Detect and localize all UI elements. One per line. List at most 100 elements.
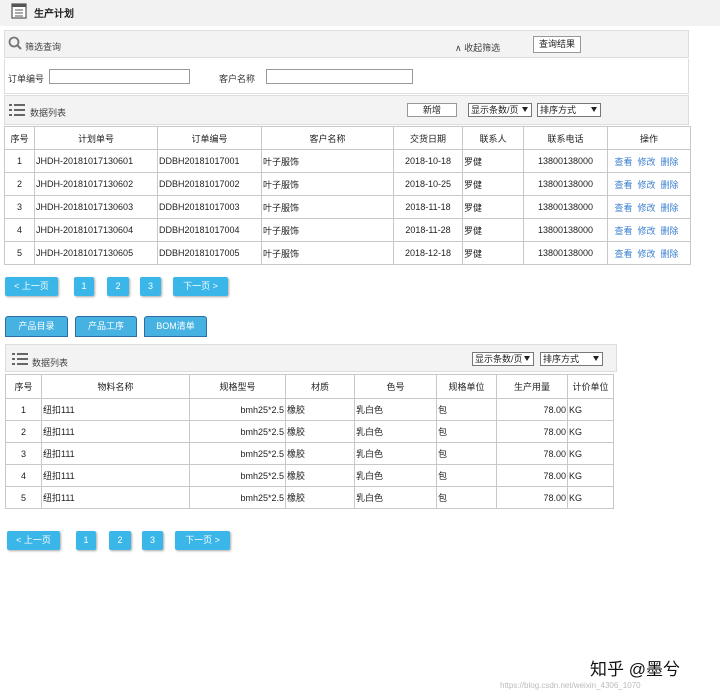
- page-button-2[interactable]: 2: [107, 277, 129, 296]
- column-header: 规格单位: [436, 374, 497, 399]
- column-header: 计划单号: [34, 126, 158, 150]
- table-cell: 叶子服饰: [261, 241, 394, 265]
- next-page-button[interactable]: 下一页 >: [175, 531, 230, 550]
- list-icon: [11, 3, 27, 19]
- delete-link[interactable]: 删除: [661, 180, 679, 190]
- table-cell: 13800138000: [523, 218, 608, 242]
- table-cell: 5: [4, 241, 35, 265]
- table-cell: 乳白色: [354, 486, 437, 509]
- table-cell: 乳白色: [354, 442, 437, 465]
- query-button[interactable]: 查询结果: [533, 36, 581, 53]
- table-cell: 2: [5, 420, 42, 443]
- table-cell: bmh25*2.5: [189, 486, 286, 509]
- customer-name-input[interactable]: [266, 69, 413, 84]
- tab-bom-list[interactable]: BOM清单: [144, 316, 207, 337]
- column-header: 联系人: [462, 126, 524, 150]
- column-header: 序号: [5, 374, 42, 399]
- tab-product-process[interactable]: 产品工序: [75, 316, 137, 337]
- table-cell: 叶子服饰: [261, 195, 394, 219]
- table-cell: 罗健: [462, 149, 524, 173]
- table-cell: 包: [436, 442, 497, 465]
- table-cell: 78.00: [496, 420, 568, 443]
- prev-page-button[interactable]: < 上一页: [7, 531, 60, 550]
- table-cell: 78.00: [496, 442, 568, 465]
- page-button-3[interactable]: 3: [140, 277, 161, 296]
- chevron-up-icon: ∧: [455, 43, 465, 53]
- delete-link[interactable]: 删除: [661, 249, 679, 259]
- watermark: 知乎 @墨兮: [590, 660, 680, 679]
- page-button-1[interactable]: 1: [76, 531, 96, 550]
- table-cell: 纽扣111: [41, 420, 190, 443]
- table-cell: DDBH20181017002: [157, 172, 262, 196]
- next-page-button[interactable]: 下一页 >: [173, 277, 228, 296]
- sort-select[interactable]: 排序方式: [537, 103, 601, 117]
- edit-link[interactable]: 修改: [637, 180, 655, 190]
- table-cell: JHDH-20181017130605: [34, 241, 158, 265]
- actions-cell: 查看 修改 删除: [607, 172, 691, 196]
- column-header: 材质: [285, 374, 355, 399]
- table-cell: 3: [5, 442, 42, 465]
- table-cell: 橡胶: [285, 486, 355, 509]
- table-cell: 78.00: [496, 398, 568, 421]
- table-cell: 13800138000: [523, 172, 608, 196]
- view-link[interactable]: 查看: [614, 203, 632, 213]
- column-header: 序号: [4, 126, 35, 150]
- column-header: 生产用量: [496, 374, 568, 399]
- table-cell: 1: [4, 149, 35, 173]
- table-cell: 2018-11-28: [393, 218, 463, 242]
- sort-select[interactable]: 排序方式: [540, 352, 603, 366]
- filter-title: 筛选查询: [25, 42, 62, 52]
- delete-link[interactable]: 删除: [661, 203, 679, 213]
- table-cell: 2018-10-25: [393, 172, 463, 196]
- table-row: 3 纽扣111 bmh25*2.5 橡胶 乳白色包 78.00 KG: [5, 442, 614, 465]
- table-row: 4 JHDH-20181017130604 DDBH20181017004 叶子服饰 2…: [4, 218, 691, 242]
- view-link[interactable]: 查看: [614, 249, 632, 259]
- table-cell: 纽扣111: [41, 442, 190, 465]
- table-cell: 1: [5, 398, 42, 421]
- tab-product-catalog[interactable]: 产品目录: [5, 316, 68, 337]
- view-link[interactable]: 查看: [614, 180, 632, 190]
- table-cell: 4: [4, 218, 35, 242]
- table-cell: KG: [567, 464, 614, 487]
- edit-link[interactable]: 修改: [637, 157, 655, 167]
- actions-cell: 查看 修改 删除: [607, 218, 691, 242]
- table-cell: 叶子服饰: [261, 218, 394, 242]
- table-cell: 13800138000: [523, 195, 608, 219]
- view-link[interactable]: 查看: [614, 226, 632, 236]
- collapse-filter-link[interactable]: ∧ 收起筛选: [455, 41, 500, 54]
- column-header: 计价单位: [567, 374, 614, 399]
- table-cell: 罗健: [462, 195, 524, 219]
- delete-link[interactable]: 删除: [661, 157, 679, 167]
- table-cell: 纽扣111: [41, 486, 190, 509]
- add-button[interactable]: 新增: [407, 103, 457, 117]
- search-icon: [8, 36, 22, 50]
- edit-link[interactable]: 修改: [637, 226, 655, 236]
- table-cell: bmh25*2.5: [189, 442, 286, 465]
- chevron-down-icon: [593, 356, 599, 361]
- order-no-input[interactable]: [49, 69, 190, 84]
- table-cell: 纽扣111: [41, 398, 190, 421]
- edit-link[interactable]: 修改: [637, 203, 655, 213]
- table-cell: DDBH20181017005: [157, 241, 262, 265]
- table-cell: 橡胶: [285, 442, 355, 465]
- table-cell: 5: [5, 486, 42, 509]
- table-cell: 2018-10-18: [393, 149, 463, 173]
- table-cell: bmh25*2.5: [189, 464, 286, 487]
- delete-link[interactable]: 删除: [661, 226, 679, 236]
- page-button-3[interactable]: 3: [142, 531, 163, 550]
- page-size-select[interactable]: 显示条数/页: [468, 103, 532, 117]
- plan-table: 序号 计划单号 订单编号 客户名称 交货日期 联系人 联系电话 操作 1 JHDH-201810…: [4, 126, 691, 265]
- page-button-2[interactable]: 2: [109, 531, 131, 550]
- table-cell: 2: [4, 172, 35, 196]
- table-cell: 乳白色: [354, 420, 437, 443]
- table-cell: 纽扣111: [41, 464, 190, 487]
- prev-page-button[interactable]: < 上一页: [5, 277, 58, 296]
- page-button-1[interactable]: 1: [74, 277, 94, 296]
- column-header: 规格型号: [189, 374, 286, 399]
- material-table: 序号 物料名称 规格型号 材质 色号 规格单位 生产用量 计价单位 1 纽扣111 bmh25*2…: [5, 374, 614, 509]
- page-size-select[interactable]: 显示条数/页: [472, 352, 534, 366]
- edit-link[interactable]: 修改: [637, 249, 655, 259]
- table-cell: 罗健: [462, 218, 524, 242]
- list-icon: [9, 104, 25, 116]
- view-link[interactable]: 查看: [614, 157, 632, 167]
